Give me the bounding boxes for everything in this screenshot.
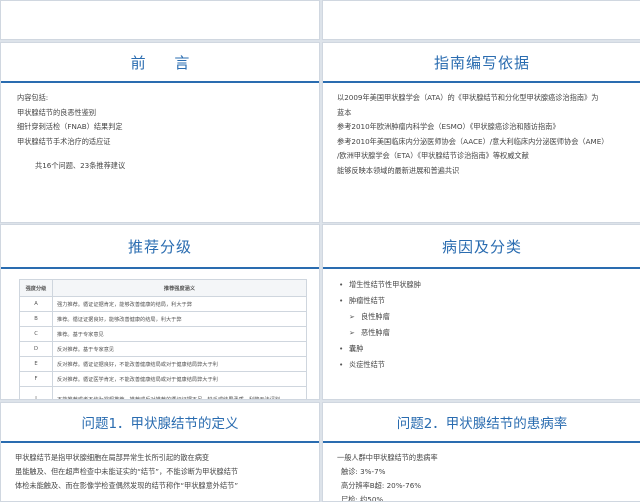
text-line: 一般人群中甲状腺结节的患病率 <box>337 453 438 462</box>
summary-text: 共16个问题、23条推荐建议 <box>35 161 126 170</box>
slide-top-left-partial <box>0 0 320 40</box>
meaning-cell: 反对推荐。基于专家意见 <box>52 341 307 357</box>
list-item-label: 恶性肿瘤 <box>361 328 390 337</box>
table-row: B 推荐。循证证据良好，能够改善健康的结局，利大于弊 <box>19 311 307 327</box>
grade-cell: E <box>19 356 53 372</box>
slide-preface[interactable]: 前 言 内容包括: 甲状腺结节的良恶性鉴别 细针穿刺活检（FNAB）结果判定 甲… <box>0 42 320 223</box>
list-item-label: 增生性结节性甲状腺肿 <box>349 280 421 289</box>
bullet-icon: • <box>339 344 344 353</box>
grade-cell: C <box>19 326 53 342</box>
list-item-label: 肿瘤性结节 <box>349 296 385 305</box>
table-row: I 不能推荐或者不作为常规推荐，推荐或反对推荐的循证证据不足、缺乏或结果矛盾，利… <box>19 386 307 399</box>
meaning-cell: 推荐。循证证据良好，能够改善健康的结局，利大于弊 <box>52 311 307 327</box>
text-line: 能够反映本领域的最新进展和普遍共识 <box>337 165 460 175</box>
column-header-meaning: 推荐强度涵义 <box>52 279 307 297</box>
slide-body: 甲状腺结节是指甲状腺细胞在局部异常生长所引起的散在病变 虽能触及、但在超声检查中… <box>1 443 319 493</box>
meaning-cell: 反对推荐。循证证据良好，不能改善健康结局或对于健康结局弊大于利 <box>52 356 307 372</box>
text-line: 以2009年美国甲状腺学会（ATA）的《甲状腺结节和分化型甲状腺癌诊治指南》为 <box>337 93 599 102</box>
slide-etiology[interactable]: 病因及分类 • 增生性结节性甲状腺肿 • 肿瘤性结节 ➢ 良性肿瘤 ➢ 恶性肿瘤 • 囊肿… <box>322 224 640 400</box>
list-item-label: 炎症性结节 <box>349 360 385 369</box>
text-line: 高分辨率B超: 20%-76% <box>341 481 422 490</box>
list-subitem: ➢ 恶性肿瘤 <box>339 325 640 341</box>
list-item: • 增生性结节性甲状腺肿 <box>339 277 640 293</box>
table-row: A 强力推荐。循证证据肯定，能够改善健康的结局，利大于弊 <box>19 296 307 312</box>
text-line: 虽能触及、但在超声检查中未能证实的“结节”，不能诊断为甲状腺结节 <box>15 467 239 476</box>
table-row: F 反对推荐。循证医学肯定，不能改善健康结局或对于健康结局弊大于利 <box>19 371 307 387</box>
slide-body: 内容包括: 甲状腺结节的良恶性鉴别 细针穿刺活检（FNAB）结果判定 甲状腺结节… <box>1 83 319 174</box>
etiology-list: • 增生性结节性甲状腺肿 • 肿瘤性结节 ➢ 良性肿瘤 ➢ 恶性肿瘤 • 囊肿 • 炎症性结… <box>323 269 640 373</box>
bullet-icon: • <box>339 280 344 289</box>
list-item: • 囊肿 <box>339 341 640 357</box>
table-row: C 推荐。基于专家意见 <box>19 326 307 342</box>
list-item: • 炎症性结节 <box>339 357 640 373</box>
slide-guideline-basis[interactable]: 指南编写依据 以2009年美国甲状腺学会（ATA）的《甲状腺结节和分化型甲状腺癌… <box>322 42 640 223</box>
text-line: 甲状腺结节的良恶性鉴别 <box>17 107 97 117</box>
slide-title: 前 言 <box>1 43 319 83</box>
grade-cell: A <box>19 296 53 312</box>
grade-cell: D <box>19 341 53 357</box>
bullet-icon: • <box>339 360 344 369</box>
grade-cell: I <box>19 386 53 399</box>
grade-cell: F <box>19 371 53 387</box>
text-line: 甲状腺结节手术治疗的适应证 <box>17 136 111 146</box>
table-row: D 反对推荐。基于专家意见 <box>19 341 307 357</box>
text-line: 细针穿刺活检（FNAB）结果判定 <box>17 122 123 131</box>
text-line: /欧洲甲状腺学会（ETA）《甲状腺结节诊治指南》等权威文献 <box>337 151 529 160</box>
slide-question-1[interactable]: 问题1．甲状腺结节的定义 甲状腺结节是指甲状腺细胞在局部异常生长所引起的散在病变… <box>0 402 320 502</box>
text-line: 尸检: 约50% <box>341 495 384 502</box>
arrow-right-icon: ➢ <box>349 313 355 321</box>
slide-title: 推荐分级 <box>1 225 319 269</box>
grading-table: 强度分级 推荐强度涵义 A 强力推荐。循证证据肯定，能够改善健康的结局，利大于弊… <box>19 279 307 399</box>
slide-body: 以2009年美国甲状腺学会（ATA）的《甲状腺结节和分化型甲状腺癌诊治指南》为 … <box>323 83 640 178</box>
meaning-cell: 反对推荐。循证医学肯定，不能改善健康结局或对于健康结局弊大于利 <box>52 371 307 387</box>
table-row: E 反对推荐。循证证据良好，不能改善健康结局或对于健康结局弊大于利 <box>19 356 307 372</box>
text-line: 体检未能触及、而在影像学检查偶然发现的结节称作“甲状腺意外结节” <box>15 481 239 490</box>
list-subitem: ➢ 良性肿瘤 <box>339 309 640 325</box>
text-line: 内容包括: <box>17 93 49 102</box>
slide-top-right-partial <box>322 0 640 40</box>
table-header-row: 强度分级 推荐强度涵义 <box>19 279 307 297</box>
slide-question-2[interactable]: 问题2．甲状腺结节的患病率 一般人群中甲状腺结节的患病率 触诊: 3%-7% 高… <box>322 402 640 502</box>
column-header-grade: 强度分级 <box>19 279 53 297</box>
text-line: 触诊: 3%-7% <box>341 467 386 476</box>
slide-recommendation-grading[interactable]: 推荐分级 强度分级 推荐强度涵义 A 强力推荐。循证证据肯定，能够改善健康的结局… <box>0 224 320 400</box>
meaning-cell: 强力推荐。循证证据肯定，能够改善健康的结局，利大于弊 <box>52 296 307 312</box>
slide-title: 问题2．甲状腺结节的患病率 <box>323 403 640 443</box>
slide-title: 指南编写依据 <box>323 43 640 83</box>
text-line: 甲状腺结节是指甲状腺细胞在局部异常生长所引起的散在病变 <box>15 453 210 462</box>
list-item-label: 囊肿 <box>349 344 364 353</box>
bullet-icon: • <box>339 296 344 305</box>
slide-title: 病因及分类 <box>323 225 640 269</box>
slide-body: 一般人群中甲状腺结节的患病率 触诊: 3%-7% 高分辨率B超: 20%-76%… <box>323 443 640 502</box>
slide-title: 问题1．甲状腺结节的定义 <box>1 403 319 443</box>
arrow-right-icon: ➢ <box>349 329 355 337</box>
list-item-label: 良性肿瘤 <box>361 312 390 321</box>
text-line: 参考2010年美国临床内分泌医师协会（AACE）/意大利临床内分泌医师协会（AM… <box>337 136 609 146</box>
meaning-cell: 不能推荐或者不作为常规推荐，推荐或反对推荐的循证证据不足、缺乏或结果矛盾，利弊无… <box>52 386 307 399</box>
text-line: 蓝本 <box>337 107 352 117</box>
text-line: 参考2010年欧洲肿瘤内科学会（ESMO）《甲状腺癌诊治和随访指南》 <box>337 122 560 131</box>
meaning-cell: 推荐。基于专家意见 <box>52 326 307 342</box>
grade-cell: B <box>19 311 53 327</box>
list-item: • 肿瘤性结节 <box>339 293 640 309</box>
